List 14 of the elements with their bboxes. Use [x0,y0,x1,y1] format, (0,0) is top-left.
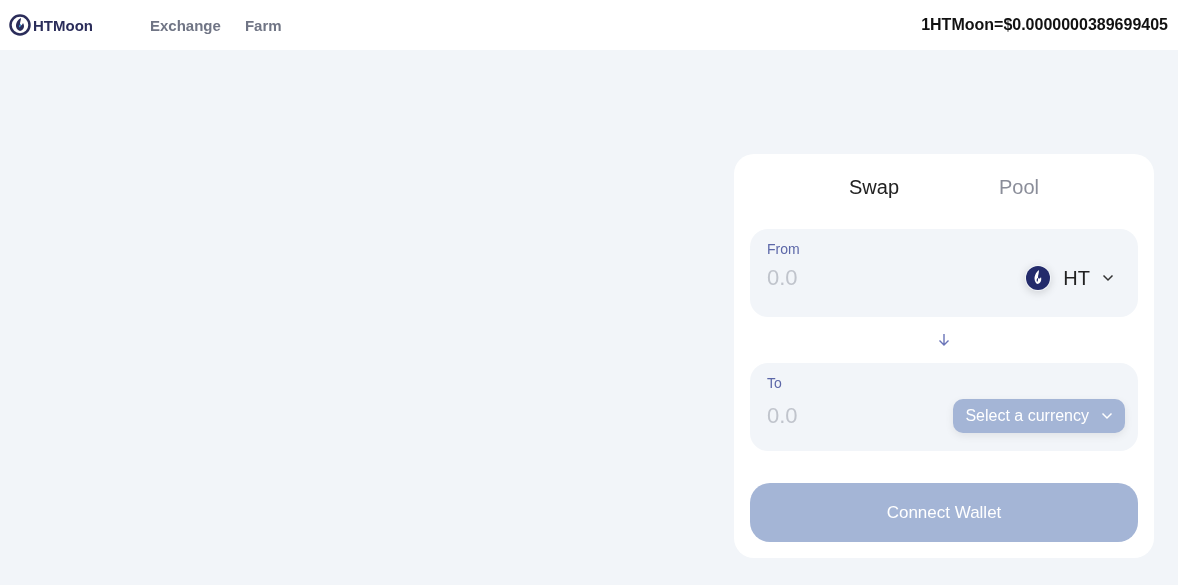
field-label: From [767,241,801,257]
nav-link[interactable]: Exchange [150,16,221,34]
logo-icon [9,14,31,36]
flame-icon [1025,265,1052,291]
chevron-down-icon [1101,412,1113,420]
token-selector[interactable]: HT [1025,265,1122,291]
field-label: To [767,375,783,391]
logo-text: HTMoon [33,16,93,34]
chevron-down-icon [1102,274,1114,282]
tab[interactable]: Swap [818,170,929,205]
price-text: 1HTMoon=$0.0000000389699405 [921,16,1169,34]
tab[interactable]: Pool [969,170,1070,205]
nav-link[interactable]: Farm [244,16,282,34]
arrow-down-icon[interactable] [938,333,950,347]
